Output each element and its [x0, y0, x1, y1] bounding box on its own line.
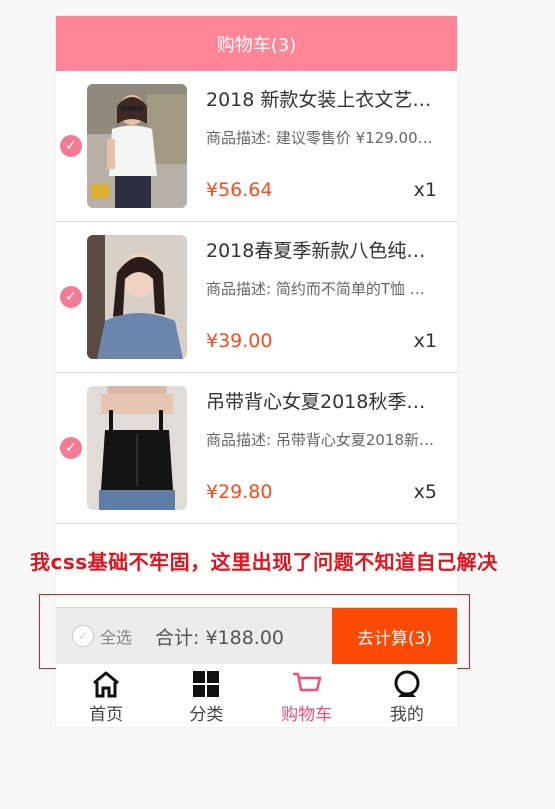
annotation-text: 我css基础不牢固，这里出现了问题不知道自己解决 — [30, 550, 498, 574]
cart-icon — [292, 672, 321, 692]
checked-icon[interactable]: ✓ — [60, 286, 82, 308]
grid-icon — [193, 671, 220, 697]
cart-item[interactable]: ✓ 吊带背心女夏2018秋季新款黑色绑带上衣 商品描述: 吊带背心女夏2018新… — [56, 373, 457, 524]
product-image[interactable] — [87, 235, 187, 359]
product-price: ¥29.80 — [206, 481, 273, 503]
home-icon — [93, 671, 120, 698]
tab-category-label: 分类 — [189, 705, 224, 725]
highlight-box — [39, 594, 470, 669]
tab-home-label: 首页 — [89, 705, 124, 725]
product-description: 商品描述: 建议零售价 ¥129.00 夏季新款 — [206, 129, 436, 147]
product-quantity: x1 — [413, 179, 437, 201]
product-image[interactable] — [87, 386, 187, 510]
cart-title: 购物车(3) — [216, 34, 297, 56]
cart-item[interactable]: ✓ 2018 新款女装上衣文艺清新白色短袖T恤女 商品描述: 建议零售价 ¥12… — [56, 71, 457, 222]
checked-icon[interactable]: ✓ — [60, 437, 82, 459]
product-title[interactable]: 2018春夏季新款八色纯棉短袖T恤女装 — [206, 236, 436, 263]
tab-cart[interactable]: 购物车 — [257, 664, 357, 726]
tab-profile-label: 我的 — [389, 705, 424, 725]
tab-profile[interactable]: 我的 — [357, 664, 457, 726]
product-quantity: x1 — [413, 330, 437, 352]
product-quantity: x5 — [413, 481, 437, 503]
product-title[interactable]: 吊带背心女夏2018秋季新款黑色绑带上衣 — [206, 387, 436, 414]
product-title[interactable]: 2018 新款女装上衣文艺清新白色短袖T恤女 — [206, 85, 436, 112]
tab-category[interactable]: 分类 — [156, 664, 256, 726]
cart-item[interactable]: ✓ 2018春夏季新款八色纯棉短袖T恤女装 商品描述: 简约而不简单的T恤 百搭… — [56, 222, 457, 373]
bottom-tab-bar: 首页 分类 购物车 我的 — [56, 664, 457, 726]
cart-list: ✓ 2018 新款女装上衣文艺清新白色短袖T恤女 商品描述: 建议零售价 ¥12… — [56, 71, 457, 524]
product-description: 商品描述: 吊带背心女夏2018新款时尚百搭 — [206, 431, 436, 449]
tab-cart-label: 购物车 — [281, 705, 333, 725]
checked-icon[interactable]: ✓ — [60, 135, 82, 157]
tab-home[interactable]: 首页 — [56, 664, 156, 726]
product-price: ¥39.00 — [206, 330, 273, 352]
product-price: ¥56.64 — [206, 179, 273, 201]
user-icon — [394, 670, 420, 697]
product-image[interactable] — [87, 84, 187, 208]
product-description: 商品描述: 简约而不简单的T恤 百搭时尚 — [206, 280, 436, 298]
page-title: 购物车(3) — [56, 16, 457, 71]
